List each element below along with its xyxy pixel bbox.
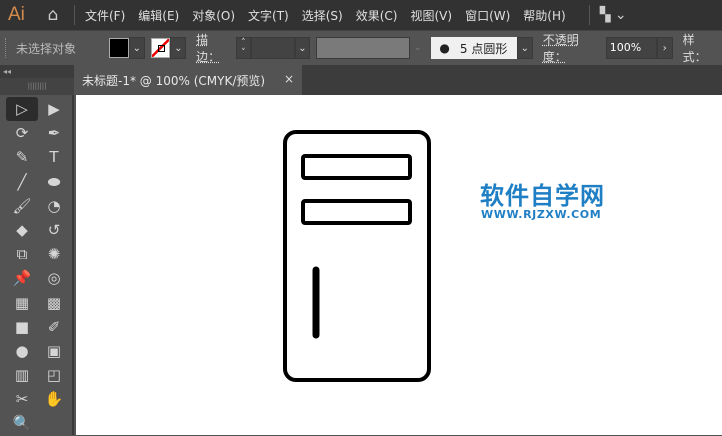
case-outline [283, 130, 431, 382]
watermark-url: WWW.RJZXW.COM [481, 208, 602, 221]
drive-bay-2 [301, 199, 412, 225]
drive-bay-1 [301, 154, 412, 180]
computer-case-artwork[interactable] [0, 0, 722, 435]
watermark-title: 软件自学网 [480, 182, 605, 210]
